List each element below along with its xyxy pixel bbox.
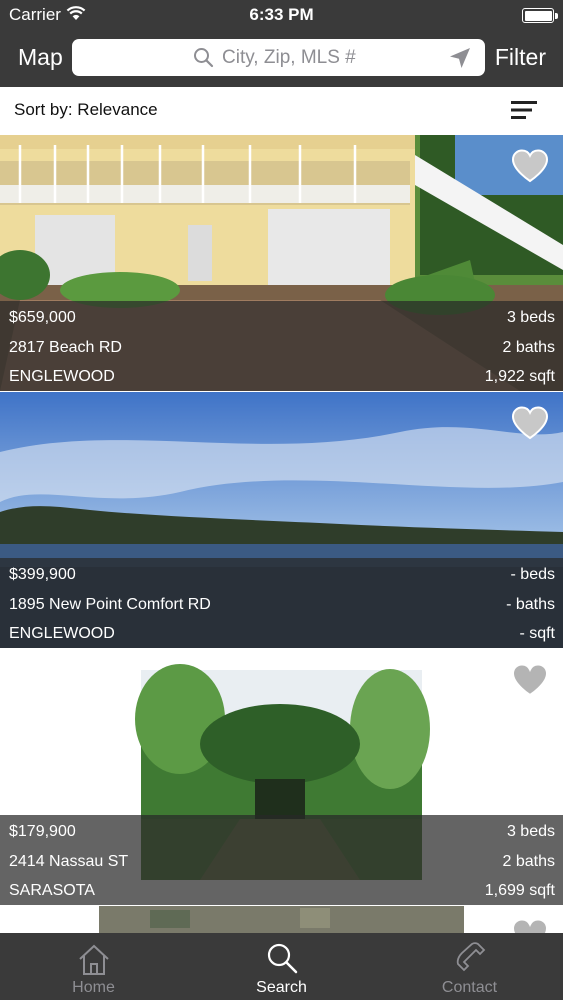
listing-sqft: 1,922 sqft — [484, 368, 555, 385]
tab-label: Contact — [441, 979, 498, 996]
sort-icon[interactable] — [511, 101, 537, 119]
tab-search[interactable]: Search — [188, 933, 375, 1000]
listing-info: $659,000 2817 Beach RD ENGLEWOOD 3 beds … — [0, 301, 563, 391]
listing-card[interactable]: $659,000 2817 Beach RD ENGLEWOOD 3 beds … — [0, 135, 563, 391]
top-bar: Carrier 6:33 PM Map Filter — [0, 0, 563, 87]
tab-home[interactable]: Home — [0, 933, 187, 1000]
tab-label: Search — [256, 979, 307, 996]
listing-address: 2817 Beach RD — [9, 339, 122, 356]
listing-price: $659,000 — [9, 309, 76, 326]
sort-bar: Sort by: Relevance — [0, 87, 563, 135]
location-arrow-icon[interactable] — [448, 46, 472, 70]
listing-beds: 3 beds — [506, 309, 555, 326]
sort-label[interactable]: Sort by: Relevance — [14, 100, 158, 120]
listing-baths: 2 baths — [502, 339, 555, 356]
phone-icon — [456, 942, 486, 972]
home-icon — [79, 944, 109, 975]
listing-city: ENGLEWOOD — [9, 625, 115, 642]
battery-icon — [522, 8, 558, 23]
status-bar: Carrier 6:33 PM — [0, 0, 563, 30]
listing-baths: 2 baths — [502, 853, 555, 870]
listing-address: 2414 Nassau ST — [9, 853, 129, 870]
map-button[interactable]: Map — [18, 44, 63, 71]
listing-card[interactable] — [0, 906, 563, 933]
listing-info: $179,900 2414 Nassau ST SARASOTA 3 beds … — [0, 815, 563, 905]
listing-card[interactable]: $179,900 2414 Nassau ST SARASOTA 3 beds … — [0, 649, 563, 905]
listing-city: SARASOTA — [9, 882, 95, 899]
listing-beds: - beds — [510, 566, 555, 583]
favorite-heart-icon[interactable] — [511, 406, 549, 440]
listing-info: $399,900 1895 New Point Comfort RD ENGLE… — [0, 558, 563, 648]
listing-sqft: 1,699 sqft — [484, 882, 555, 899]
listing-price: $179,900 — [9, 823, 76, 840]
tab-bar: Home Search Contact — [0, 933, 563, 1000]
filter-button[interactable]: Filter — [495, 44, 546, 71]
listing-card[interactable]: $399,900 1895 New Point Comfort RD ENGLE… — [0, 392, 563, 648]
listing-price: $399,900 — [9, 566, 76, 583]
favorite-heart-icon[interactable] — [511, 918, 549, 933]
favorite-heart-icon[interactable] — [511, 663, 549, 697]
favorite-heart-icon[interactable] — [511, 149, 549, 183]
search-icon — [194, 48, 214, 68]
listing-beds: 3 beds — [506, 823, 555, 840]
listing-city: ENGLEWOOD — [9, 368, 115, 385]
clock: 6:33 PM — [249, 5, 314, 24]
listing-baths: - baths — [506, 596, 555, 613]
tab-label: Home — [72, 979, 115, 996]
tab-contact[interactable]: Contact — [376, 933, 563, 1000]
listing-address: 1895 New Point Comfort RD — [9, 596, 211, 613]
search-icon — [267, 943, 298, 974]
search-input[interactable] — [222, 44, 432, 71]
listing-sqft: - sqft — [519, 625, 555, 642]
search-bar[interactable] — [72, 39, 485, 76]
listing-photo — [0, 906, 563, 933]
